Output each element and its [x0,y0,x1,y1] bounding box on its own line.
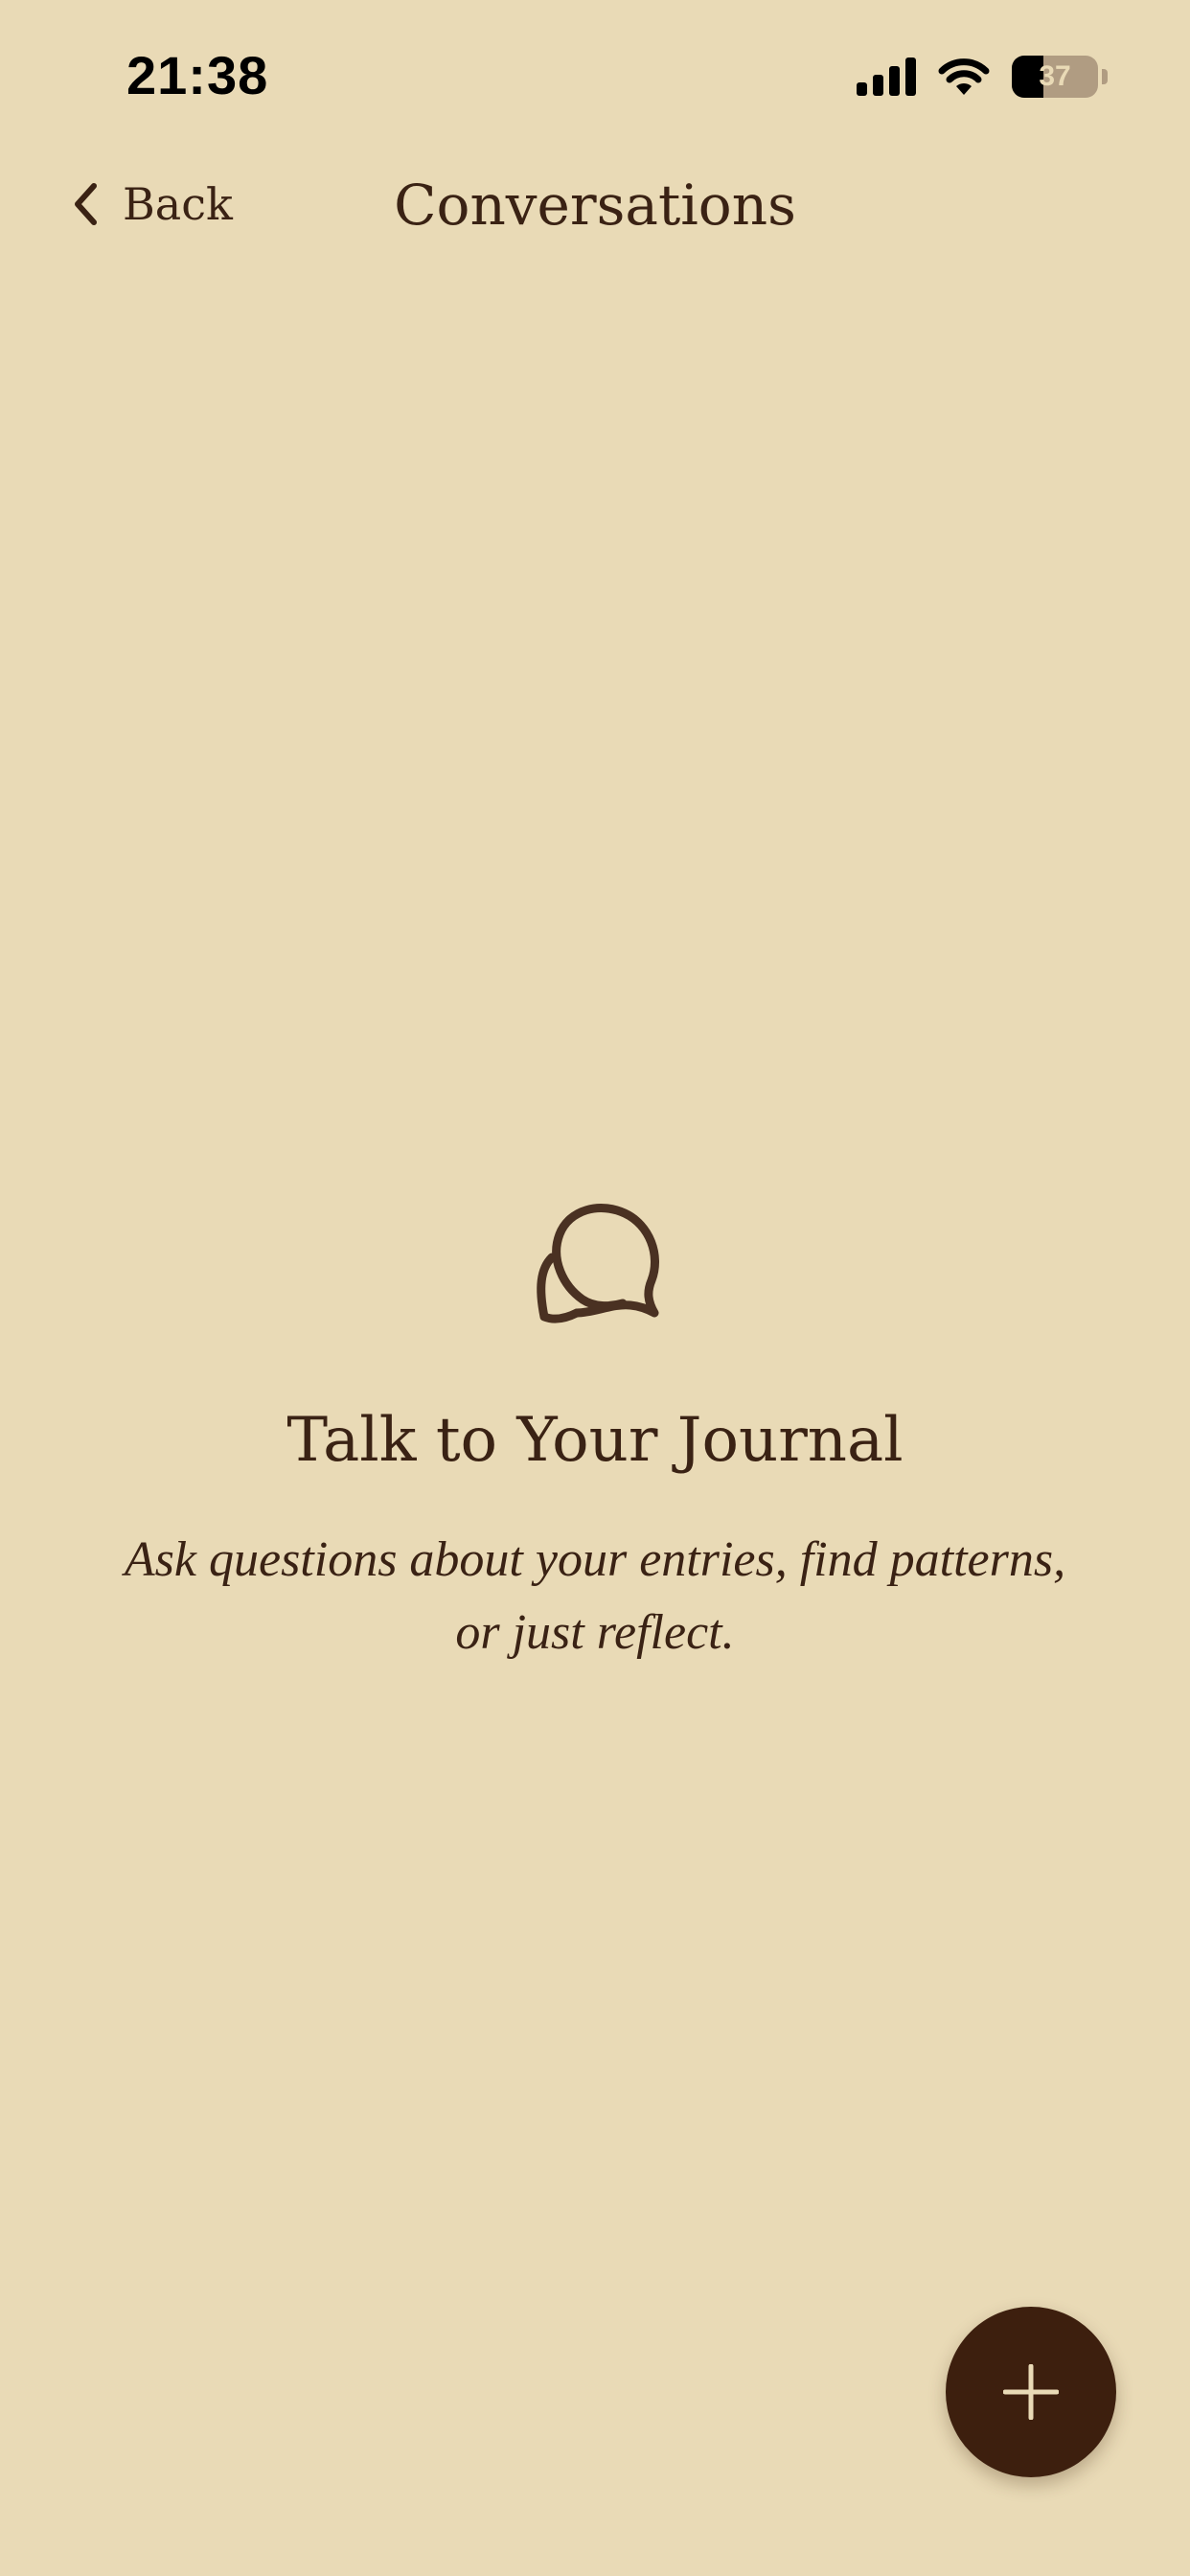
battery-level: 37 [1039,60,1071,92]
empty-state-title: Talk to Your Journal [286,1405,904,1476]
status-icons: 37 [857,56,1108,98]
chat-bubbles-icon [537,1204,659,1323]
plus-icon [1003,2364,1059,2420]
new-conversation-button[interactable] [946,2307,1116,2477]
battery-cap [1102,69,1108,84]
cellular-signal-icon [857,58,916,96]
status-time: 21:38 [126,45,269,105]
page-title: Conversations [394,172,796,238]
battery-icon: 37 [1012,56,1098,98]
wifi-icon [938,58,990,95]
empty-state-subtitle: Ask questions about your entries, find p… [124,1532,1066,1660]
